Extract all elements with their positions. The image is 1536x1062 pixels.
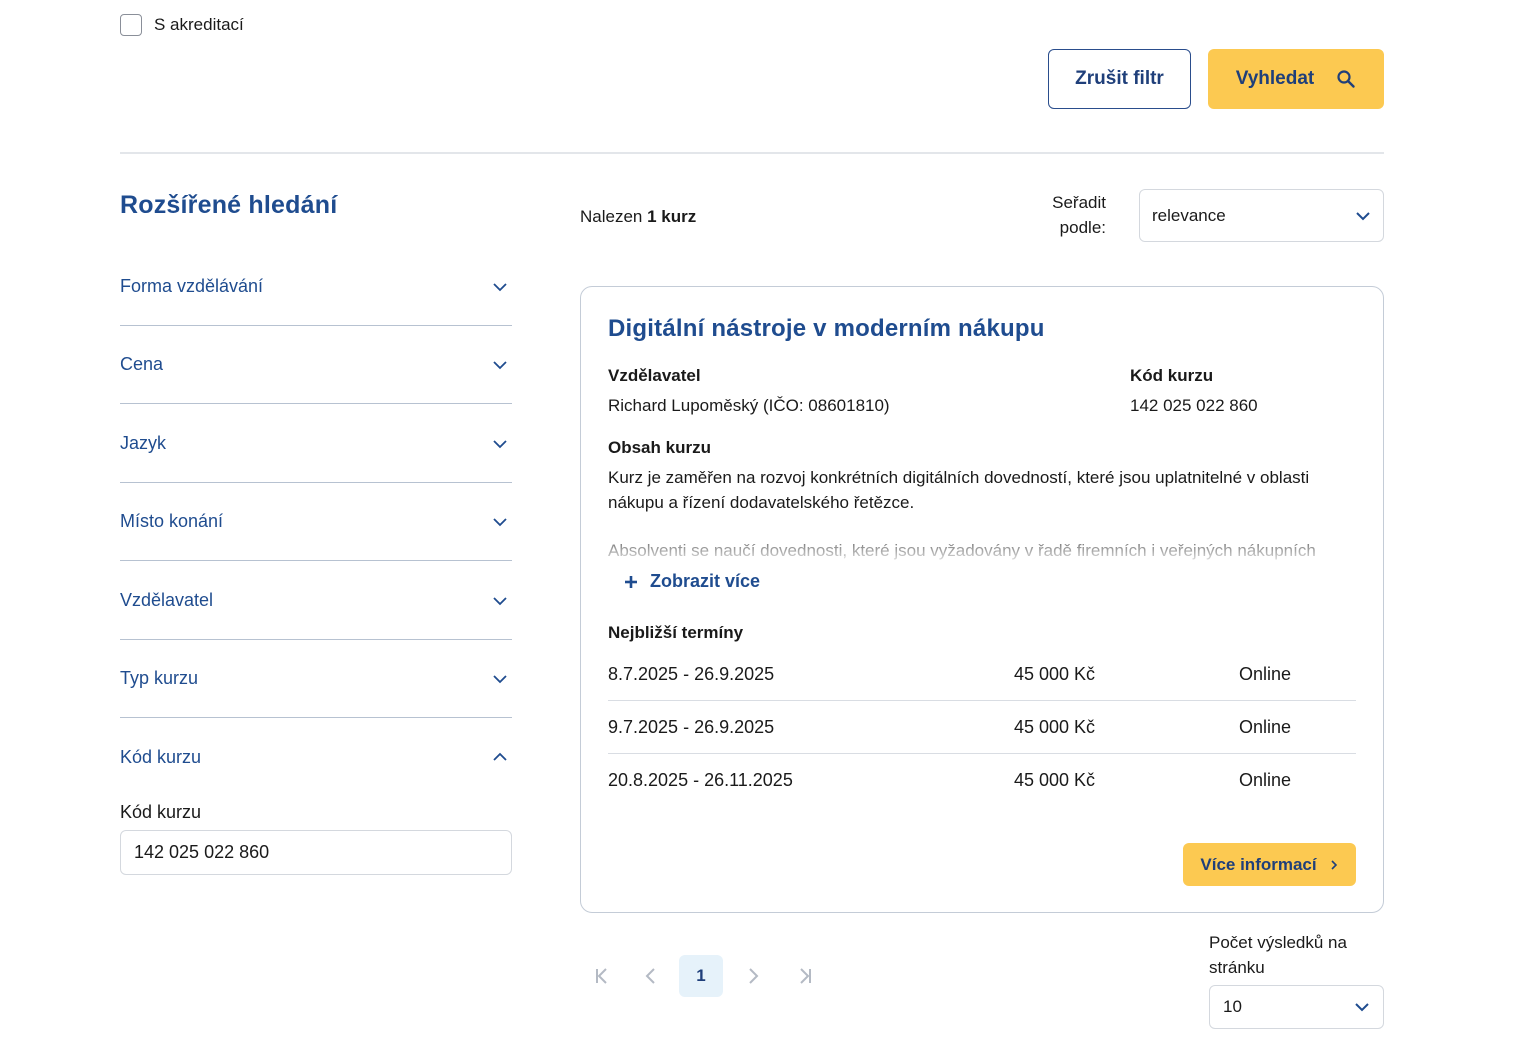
term-row: 20.8.2025 - 26.11.2025 45 000 Kč Online [608, 754, 1356, 806]
show-more-button[interactable]: Zobrazit více [624, 571, 760, 592]
search-button[interactable]: Vyhledat [1208, 49, 1384, 109]
reset-filter-label: Zrušit filtr [1075, 68, 1164, 89]
filter-accordion-label: Jazyk [120, 433, 167, 453]
course-code-value: 142 025 022 860 [1130, 396, 1258, 415]
term-row: 9.7.2025 - 26.9.2025 45 000 Kč Online [608, 702, 1356, 754]
last-page-icon [800, 968, 811, 984]
chevron-down-icon [493, 596, 507, 605]
filter-accordion-course-type[interactable]: Typ kurzu [120, 640, 512, 718]
term-row: 8.7.2025 - 26.9.2025 45 000 Kč Online [608, 649, 1356, 701]
provider-label: Vzdělavatel [608, 366, 701, 385]
show-more-label: Zobrazit více [650, 571, 761, 591]
filter-accordion-course-code[interactable]: Kód kurzu [120, 718, 512, 796]
filter-accordion-education-form[interactable]: Forma vzdělávání [120, 248, 512, 326]
chevron-right-icon [749, 968, 759, 984]
results-count: Nalezen 1 kurz [580, 207, 696, 227]
first-page-button[interactable] [580, 955, 624, 997]
chevron-right-icon [1331, 859, 1337, 870]
sort-label: Seřadit podle: [1040, 190, 1106, 240]
last-page-button[interactable] [783, 955, 827, 997]
term-place: Online [1239, 769, 1292, 790]
accreditation-checkbox-row[interactable]: S akreditací [120, 14, 244, 36]
chevron-down-icon [493, 674, 507, 683]
per-page-label: Počet výsledků na stránku [1209, 933, 1347, 977]
results-count-value: 1 kurz [647, 207, 697, 226]
course-content-label: Obsah kurzu [608, 438, 711, 457]
filter-accordion-label: Místo konání [120, 511, 224, 531]
course-code-label: Kód kurzu [1130, 366, 1214, 385]
term-price: 45 000 Kč [1014, 717, 1096, 737]
chevron-down-icon [493, 439, 507, 448]
plus-icon [625, 575, 637, 588]
more-info-button[interactable]: Více informací [1183, 843, 1356, 886]
course-code-field-label: Kód kurzu [120, 802, 202, 822]
sort-label-line1: Seřadit [1052, 193, 1106, 212]
filter-accordion-label: Cena [120, 354, 164, 374]
filter-accordion-label: Vzdělavatel [120, 590, 214, 610]
filter-accordion-label: Typ kurzu [120, 668, 199, 688]
terms-label: Nejbližší termíny [608, 623, 744, 642]
course-content-text: Kurz je zaměřen na rozvoj konkrétních di… [608, 468, 1310, 512]
filter-accordion-provider[interactable]: Vzdělavatel [120, 562, 512, 640]
chevron-down-icon [1356, 211, 1370, 220]
term-date: 8.7.2025 - 26.9.2025 [608, 664, 775, 684]
per-page-value: 10 [1223, 997, 1242, 1016]
filter-accordion-location[interactable]: Místo konání [120, 483, 512, 561]
term-date: 20.8.2025 - 26.11.2025 [608, 769, 793, 790]
chevron-down-icon [493, 282, 507, 291]
sort-select[interactable]: relevance [1139, 189, 1384, 242]
course-content-text-truncated: Absolventi se naučí dovednosti, které js… [608, 540, 1353, 562]
term-place: Online [1239, 664, 1292, 684]
reset-filter-button[interactable]: Zrušit filtr [1048, 49, 1191, 109]
previous-page-button[interactable] [629, 955, 673, 997]
course-content-text-more: Absolventi se naučí dovednosti, které js… [608, 541, 1316, 560]
filter-accordion-price[interactable]: Cena [120, 326, 512, 404]
chevron-up-icon [493, 752, 507, 761]
chevron-left-icon [645, 968, 655, 984]
sort-label-line2: podle: [1059, 218, 1106, 237]
search-label: Vyhledat [1235, 68, 1315, 89]
results-count-prefix: Nalezen [580, 207, 643, 226]
per-page-select[interactable]: 10 [1209, 985, 1384, 1029]
accreditation-checkbox[interactable] [120, 14, 142, 36]
search-icon [1337, 70, 1355, 88]
term-price: 45 000 Kč [1014, 664, 1096, 684]
current-page-number: 1 [696, 966, 706, 985]
chevron-down-icon [1355, 1003, 1369, 1012]
filter-accordion-label: Kód kurzu [120, 746, 202, 767]
term-place: Online [1239, 717, 1292, 737]
sort-select-value: relevance [1152, 205, 1226, 225]
filter-accordion-language[interactable]: Jazyk [120, 405, 512, 483]
first-page-icon [596, 968, 607, 984]
term-date: 9.7.2025 - 26.9.2025 [608, 717, 775, 737]
term-price: 45 000 Kč [1014, 769, 1096, 790]
page-button-current[interactable]: 1 [679, 955, 723, 997]
chevron-down-icon [493, 360, 507, 369]
chevron-down-icon [493, 517, 507, 526]
accreditation-label: S akreditací [154, 15, 244, 34]
provider-value: Richard Lupoměský (IČO: 08601810) [608, 396, 890, 415]
advanced-search-title: Rozšířené hledání [120, 191, 338, 219]
course-title[interactable]: Digitální nástroje v moderním nákupu [608, 315, 1045, 343]
top-divider [120, 152, 1384, 154]
more-info-label: Více informací [1200, 854, 1317, 874]
next-page-button[interactable] [731, 955, 775, 997]
course-code-input[interactable] [120, 830, 512, 875]
filter-accordion-label: Forma vzdělávání [120, 276, 264, 296]
